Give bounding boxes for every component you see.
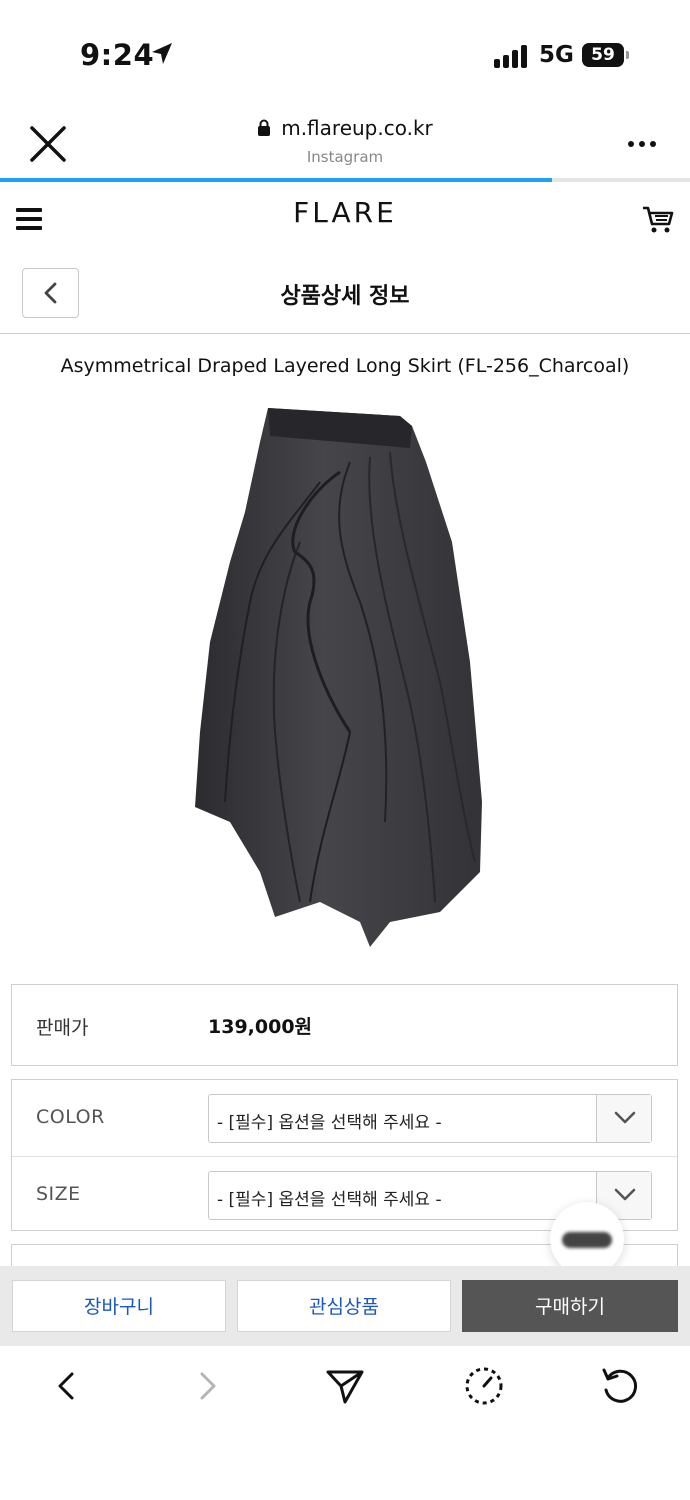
- status-time: 9:24: [80, 38, 155, 72]
- lock-icon: [258, 119, 271, 136]
- in-app-browser-header: m.flareup.co.kr Instagram: [0, 110, 690, 182]
- option-label: COLOR: [36, 1106, 105, 1128]
- option-row-color: COLOR - [필수] 옵션을 선택해 주세요 -: [12, 1080, 677, 1155]
- url-text: m.flareup.co.kr: [281, 116, 433, 140]
- page-title: 상품상세 정보: [280, 284, 410, 309]
- color-select[interactable]: - [필수] 옵션을 선택해 주세요 -: [208, 1094, 652, 1143]
- product-image[interactable]: [190, 402, 490, 952]
- share-icon[interactable]: [323, 1364, 367, 1408]
- network-type: 5G: [539, 42, 574, 68]
- add-to-cart-button[interactable]: 장바구니: [12, 1280, 226, 1332]
- option-label: SIZE: [36, 1183, 81, 1205]
- site-header: FLARE: [0, 182, 690, 254]
- price-label: 판매가: [36, 1017, 89, 1039]
- signal-bars-icon: [494, 44, 530, 68]
- chat-icon: [562, 1232, 612, 1248]
- history-icon[interactable]: [462, 1364, 506, 1408]
- back-icon[interactable]: [45, 1364, 89, 1408]
- status-bar: 9:24 5G 59: [0, 0, 690, 110]
- chevron-down-icon: [614, 1111, 636, 1124]
- cart-icon[interactable]: [641, 204, 675, 236]
- chat-button[interactable]: [550, 1202, 624, 1276]
- brand-logo[interactable]: FLARE: [0, 196, 690, 229]
- price-box: 판매가 139,000원: [11, 984, 678, 1066]
- reload-icon[interactable]: [598, 1364, 642, 1408]
- purchase-action-bar: 장바구니 관심상품 구매하기: [0, 1266, 690, 1346]
- select-value: - [필수] 옵션을 선택해 주세요 -: [217, 1113, 442, 1133]
- location-arrow-icon: [152, 43, 172, 64]
- forward-icon[interactable]: [185, 1364, 229, 1408]
- chevron-down-icon: [614, 1188, 636, 1201]
- source-app-label: Instagram: [306, 148, 384, 166]
- wishlist-button[interactable]: 관심상품: [237, 1280, 451, 1332]
- buy-now-button[interactable]: 구매하기: [462, 1280, 678, 1332]
- page-title-bar: 상품상세 정보: [0, 254, 690, 334]
- battery-indicator: 59: [582, 43, 629, 67]
- select-value: - [필수] 옵션을 선택해 주세요 -: [217, 1190, 442, 1210]
- product-name: Asymmetrical Draped Layered Long Skirt (…: [60, 355, 630, 377]
- select-toggle[interactable]: [596, 1095, 651, 1142]
- more-icon[interactable]: [627, 140, 657, 148]
- price-value: 139,000원: [208, 1016, 313, 1038]
- browser-toolbar: [0, 1346, 690, 1500]
- url-display: m.flareup.co.kr: [0, 116, 690, 140]
